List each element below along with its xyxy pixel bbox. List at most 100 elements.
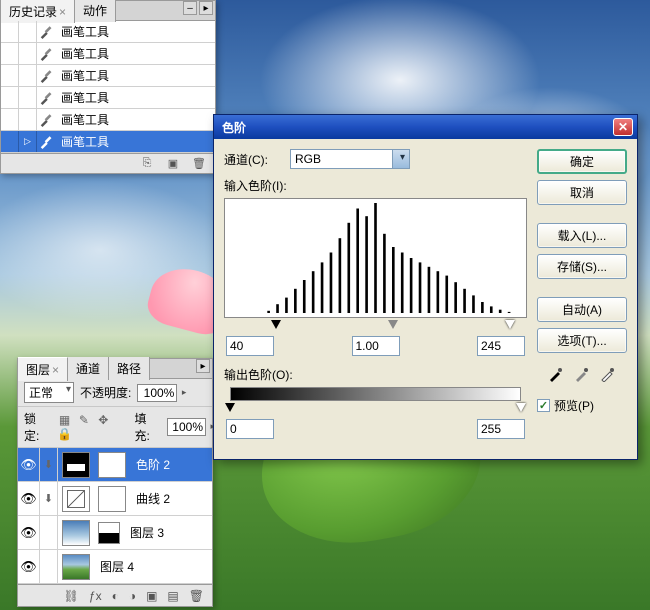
menu-icon[interactable]: ▸ [196,359,210,373]
brush-icon [37,113,55,127]
history-item[interactable]: 画笔工具 [1,65,215,87]
input-gamma-field[interactable] [352,336,400,356]
eyedropper-black-icon[interactable] [547,365,565,383]
lock-move-icon[interactable]: ✥ [95,413,111,427]
close-icon[interactable]: × [59,5,66,19]
input-white-slider[interactable] [505,320,515,329]
output-slider-track[interactable] [230,403,521,415]
visibility-icon[interactable]: 👁 [18,482,40,515]
fill-input[interactable]: 100% [167,418,206,436]
layers-panel: 图层× 通道 路径 ▸ 正常 不透明度: 100% 锁定: ▦ ✎ ✥ 🔒 填充… [17,358,213,607]
opacity-input[interactable]: 100% [137,384,177,402]
mask-thumb [98,452,126,478]
lock-icons: ▦ ✎ ✥ 🔒 [57,413,129,441]
close-icon[interactable]: × [52,363,59,377]
auto-button[interactable]: 自动(A) [537,297,627,322]
ok-button[interactable]: 确定 [537,149,627,174]
layer-name[interactable]: 图层 4 [94,558,134,575]
visibility-icon[interactable]: 👁 [18,516,40,549]
output-levels-label: 输出色阶(O): [224,366,527,383]
layer-row[interactable]: 👁⬇ 曲线 2 [18,482,212,516]
history-item[interactable]: 画笔工具 [1,43,215,65]
lock-row: 锁定: ▦ ✎ ✥ 🔒 填充: 100% [18,407,212,448]
load-button[interactable]: 载入(L)... [537,223,627,248]
preview-checkbox[interactable]: ✓ [537,399,550,412]
lock-all-icon[interactable]: 🔒 [57,427,73,441]
trash-icon[interactable]: 🗑 [191,157,207,171]
tab-paths[interactable]: 路径 [109,357,150,380]
brush-icon [37,25,55,39]
layer-name[interactable]: 曲线 2 [130,490,170,507]
eyedropper-group [537,365,627,383]
minimize-icon[interactable]: – [183,1,197,15]
layer-name[interactable]: 色阶 2 [130,456,170,473]
adjustment-icon[interactable]: ◑ [129,589,136,603]
eyedropper-gray-icon[interactable] [573,365,591,383]
mask-icon[interactable]: ◐ [112,589,119,603]
layer-name[interactable]: 图层 3 [124,524,164,541]
new-document-icon[interactable]: ⎘ [139,157,155,171]
output-white-slider[interactable] [516,403,526,412]
link-cell[interactable] [40,516,58,549]
visibility-icon[interactable]: 👁 [18,550,40,583]
save-button[interactable]: 存储(S)... [537,254,627,279]
tab-history[interactable]: 历史记录× [1,0,75,23]
output-black-slider[interactable] [225,403,235,412]
layer-row[interactable]: 👁 图层 4 [18,550,212,584]
lock-paint-icon[interactable]: ✎ [76,413,92,427]
histogram [224,198,527,318]
close-button[interactable]: ✕ [613,118,633,136]
options-button[interactable]: 选项(T)... [537,328,627,353]
visibility-icon[interactable]: 👁 [18,448,40,481]
eyedropper-white-icon[interactable] [599,365,617,383]
link-cell[interactable]: ⬇ [40,482,58,515]
fill-label: 填充: [134,410,161,444]
input-slider-track[interactable] [230,320,521,332]
preview-label: 预览(P) [554,397,594,414]
output-white-field[interactable] [477,419,525,439]
layers-footer: ⛓ ƒx ◐ ◑ ▣ ▤ 🗑 [18,584,212,606]
mask-thumb [98,522,120,544]
input-gamma-slider[interactable] [388,320,398,329]
brush-icon [37,91,55,105]
history-item[interactable]: 画笔工具 [1,109,215,131]
lock-transparency-icon[interactable]: ▦ [57,413,73,427]
new-layer-icon[interactable]: ▤ [167,589,178,603]
tab-actions[interactable]: 动作 [75,0,116,22]
input-white-field[interactable] [477,336,525,356]
input-black-field[interactable] [226,336,274,356]
history-item-label: 画笔工具 [55,67,109,84]
trash-icon[interactable]: 🗑 [189,589,204,603]
history-item[interactable]: 画笔工具 [1,87,215,109]
layer-row[interactable]: 👁⬇ 色阶 2 [18,448,212,482]
history-footer: ⎘ ▣ 🗑 [1,153,215,173]
layer-row[interactable]: 👁 图层 3 [18,516,212,550]
tab-layers[interactable]: 图层× [18,357,68,381]
history-item-label: 画笔工具 [55,23,109,40]
history-item[interactable]: ▷画笔工具 [1,131,215,153]
layer-thumb [62,520,90,546]
output-black-field[interactable] [226,419,274,439]
link-cell[interactable]: ⬇ [40,448,58,481]
history-panel: 历史记录× 动作 – ▸ 画笔工具画笔工具画笔工具画笔工具画笔工具▷画笔工具 ⎘… [0,0,216,174]
camera-icon[interactable]: ▣ [165,157,181,171]
menu-icon[interactable]: ▸ [199,1,213,15]
adjustment-thumb [62,452,90,478]
link-cell[interactable] [40,550,58,583]
fx-icon[interactable]: ƒx [89,589,102,603]
layers-list: 👁⬇色阶 2👁⬇曲线 2👁图层 3👁图层 4 [18,448,212,584]
tab-channels[interactable]: 通道 [68,357,109,380]
folder-icon[interactable]: ▣ [146,589,157,603]
channel-combo[interactable]: RGB [290,149,410,169]
history-panel-tabs: 历史记录× 动作 – ▸ [1,1,215,21]
history-item-label: 画笔工具 [55,89,109,106]
dialog-titlebar[interactable]: 色阶 ✕ [214,115,637,139]
input-black-slider[interactable] [271,320,281,329]
adjustment-thumb [62,486,90,512]
tab-layers-label: 图层 [26,363,50,377]
cancel-button[interactable]: 取消 [537,180,627,205]
blend-mode-combo[interactable]: 正常 [24,382,74,403]
mask-thumb [98,486,126,512]
link-icon[interactable]: ⛓ [64,589,79,603]
history-item[interactable]: 画笔工具 [1,21,215,43]
